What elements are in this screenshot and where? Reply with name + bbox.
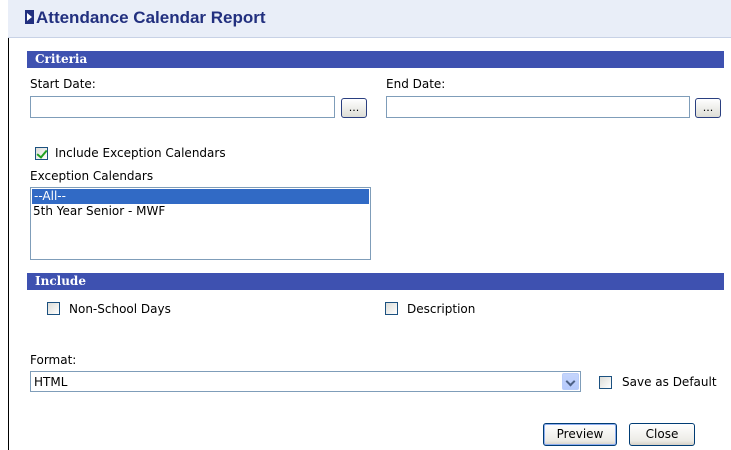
format-select-value: HTML bbox=[34, 375, 68, 389]
exception-calendars-label: Exception Calendars bbox=[30, 169, 154, 183]
start-date-input[interactable] bbox=[30, 96, 335, 118]
criteria-section-header: Criteria bbox=[27, 51, 724, 68]
list-item[interactable]: 5th Year Senior - MWF bbox=[31, 204, 370, 219]
start-date-label: Start Date: bbox=[30, 77, 96, 91]
format-select[interactable]: HTML bbox=[30, 371, 581, 392]
close-button[interactable]: Close bbox=[629, 423, 695, 446]
include-section-header: Include bbox=[27, 273, 724, 290]
start-date-picker-button[interactable]: ... bbox=[341, 98, 367, 118]
include-exception-calendars-checkbox[interactable] bbox=[35, 147, 48, 160]
end-date-picker-button[interactable]: ... bbox=[695, 98, 721, 118]
exception-calendars-listbox[interactable]: --All-- 5th Year Senior - MWF bbox=[30, 187, 371, 260]
include-exception-calendars-label: Include Exception Calendars bbox=[55, 146, 226, 160]
non-school-days-label: Non-School Days bbox=[69, 302, 171, 316]
preview-button[interactable]: Preview bbox=[543, 423, 617, 446]
non-school-days-checkbox[interactable] bbox=[47, 302, 60, 315]
end-date-input[interactable] bbox=[386, 96, 690, 118]
page-title: Attendance Calendar Report bbox=[25, 8, 266, 28]
end-date-label: End Date: bbox=[386, 77, 446, 91]
description-label: Description bbox=[407, 302, 476, 316]
save-as-default-label: Save as Default bbox=[622, 375, 717, 389]
page-title-text: Attendance Calendar Report bbox=[36, 8, 266, 27]
chevron-down-icon[interactable] bbox=[562, 373, 579, 390]
arrow-bullet-icon bbox=[25, 10, 34, 24]
list-item[interactable]: --All-- bbox=[32, 189, 369, 204]
save-as-default-checkbox[interactable] bbox=[599, 376, 612, 389]
format-label: Format: bbox=[30, 353, 77, 367]
title-bar: Attendance Calendar Report bbox=[8, 0, 731, 38]
description-checkbox[interactable] bbox=[385, 302, 398, 315]
